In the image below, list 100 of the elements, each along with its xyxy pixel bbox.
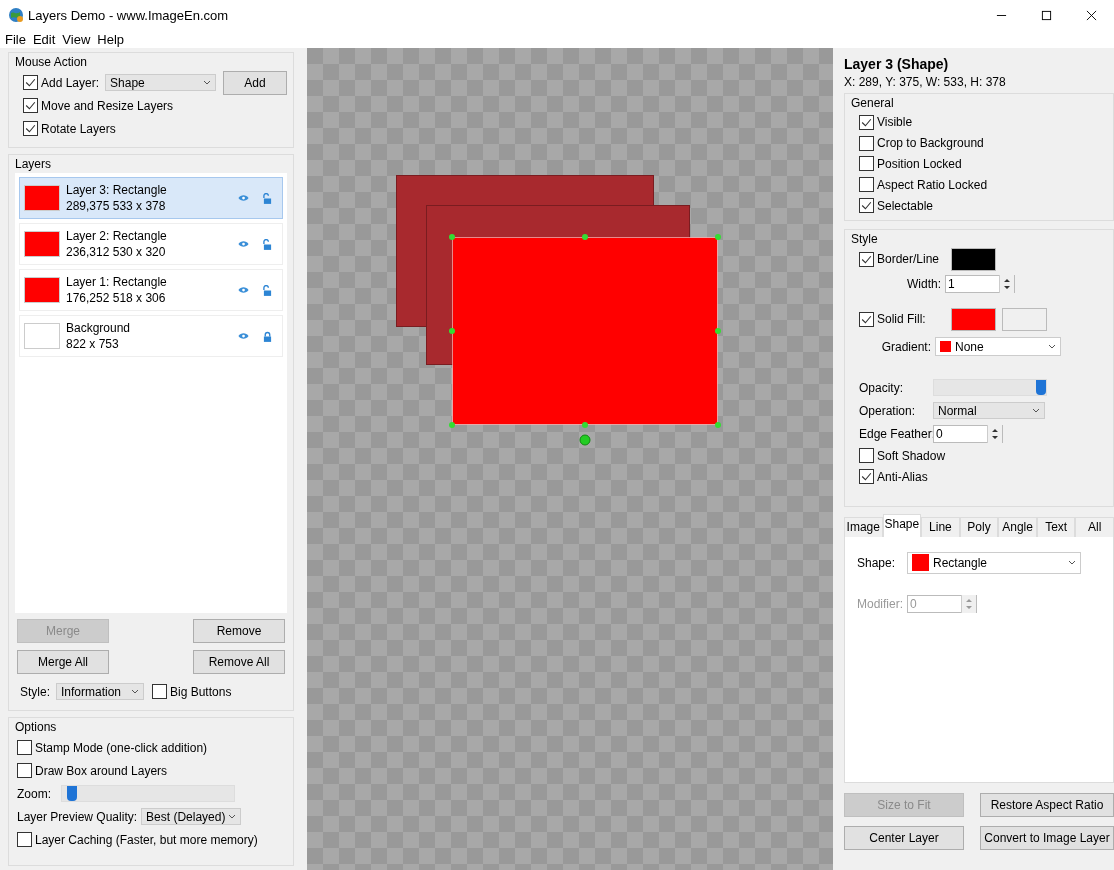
layer-action-button[interactable]: Remove All — [193, 650, 285, 674]
caret-icon — [202, 80, 211, 85]
checkbox-label: Stamp Mode (one-click addition) — [35, 740, 208, 755]
checkbox-label: Border/Line — [877, 252, 941, 266]
checkbox-label: Aspect Ratio Locked — [877, 177, 988, 192]
menu-item[interactable]: File — [5, 31, 26, 47]
opacity-slider[interactable] — [933, 379, 1047, 396]
menu-item[interactable]: View — [62, 31, 91, 47]
padlock-icon[interactable] — [263, 192, 272, 204]
tab[interactable]: Shape — [882, 514, 922, 537]
layer-item[interactable]: Background 822 x 753 — [19, 315, 283, 357]
layer-type-dropdown[interactable]: Shape — [105, 74, 216, 91]
checkbox[interactable] — [859, 114, 874, 130]
eye-icon[interactable] — [238, 332, 249, 340]
checkbox[interactable] — [859, 311, 874, 327]
checkbox[interactable] — [17, 832, 32, 847]
color-swatch[interactable] — [951, 247, 996, 271]
menu-item[interactable]: Edit — [32, 31, 56, 47]
eye-icon[interactable] — [238, 240, 249, 248]
layer-action-button[interactable]: Merge All — [17, 650, 109, 674]
checkbox[interactable] — [23, 98, 38, 113]
checkbox[interactable] — [859, 135, 874, 151]
field-label: Zoom: — [17, 786, 52, 801]
padlock-icon[interactable] — [263, 330, 272, 342]
layer-action-button[interactable]: Remove — [193, 619, 285, 643]
edge-feather-spinbox[interactable]: 0 — [933, 424, 1003, 443]
layer-info: 822 x 753 — [66, 337, 120, 351]
layer-action-button[interactable]: Center Layer — [844, 826, 964, 850]
caret-icon — [1032, 408, 1040, 413]
layer-name: Layer 2: Rectangle — [66, 229, 168, 243]
group-title: Layers — [15, 157, 52, 171]
checkbox[interactable] — [17, 740, 32, 755]
field-label: Opacity: — [859, 380, 904, 395]
checkbox-label: Selectable — [877, 198, 934, 213]
layer-info: 289,375 533 x 378 — [66, 199, 167, 213]
checkbox-label: Draw Box around Layers — [35, 763, 168, 778]
group-title: Mouse Action — [15, 55, 88, 69]
checkbox-label: Add Layer: — [41, 75, 100, 90]
operation-dropdown[interactable]: Normal — [933, 402, 1045, 419]
tab[interactable]: Text — [1036, 517, 1076, 537]
zoom-slider[interactable] — [61, 785, 235, 802]
checkbox-label: Visible — [877, 115, 913, 130]
eye-icon[interactable] — [238, 194, 249, 202]
layer-action-button[interactable]: Convert to Image Layer — [980, 826, 1114, 850]
padlock-icon[interactable] — [263, 238, 272, 250]
checkbox[interactable] — [859, 448, 874, 463]
checkbox-label: Anti-Alias — [877, 469, 928, 484]
layer-info: 176,252 518 x 306 — [66, 291, 167, 305]
color-swatch[interactable] — [951, 307, 996, 331]
color-swatch[interactable] — [1002, 307, 1047, 331]
checkbox-label: Crop to Background — [877, 136, 984, 151]
checkbox[interactable] — [23, 75, 38, 90]
group-title: Options — [15, 720, 57, 734]
style-dropdown[interactable]: Information — [56, 683, 144, 700]
checkbox[interactable] — [859, 469, 874, 484]
preview-quality-dropdown[interactable]: Best (Delayed) — [141, 808, 242, 825]
field-label: Edge Feather: — [859, 426, 933, 441]
checkbox[interactable] — [859, 198, 874, 214]
field-label: Layer Preview Quality: — [17, 809, 138, 824]
checkbox[interactable] — [859, 156, 874, 172]
layer-item[interactable]: Layer 1: Rectangle 176,252 518 x 306 — [19, 269, 283, 311]
checkbox[interactable] — [859, 251, 874, 267]
field-label: Style: — [20, 684, 50, 699]
width-spinbox[interactable]: 1 — [945, 274, 1015, 293]
tab[interactable]: Line — [921, 517, 960, 537]
checkbox[interactable] — [23, 121, 38, 136]
layer-action-button[interactable]: Restore Aspect Ratio — [980, 793, 1114, 817]
checkbox-label: Layer Caching (Faster, but more memory) — [35, 832, 258, 847]
gradient-dropdown[interactable]: None — [935, 337, 1061, 356]
checkbox-label: Big Buttons — [170, 684, 232, 699]
tab[interactable]: Image — [844, 517, 883, 537]
checkbox[interactable] — [859, 177, 874, 193]
tab[interactable]: All — [1075, 517, 1114, 537]
caret-icon — [228, 814, 237, 819]
add-button[interactable]: Add — [222, 70, 287, 95]
menu-item[interactable]: Help — [97, 31, 125, 47]
layer-item[interactable]: Layer 3: Rectangle 289,375 533 x 378 — [19, 177, 283, 219]
field-label: Operation: — [859, 403, 917, 418]
checkbox-label: Rotate Layers — [41, 121, 116, 136]
shape-dropdown[interactable]: Rectangle — [907, 551, 1081, 574]
tab[interactable]: Angle — [998, 517, 1037, 537]
layer-item[interactable]: Layer 2: Rectangle 236,312 530 x 320 — [19, 223, 283, 265]
padlock-icon[interactable] — [263, 284, 272, 296]
slider-thumb[interactable] — [1036, 380, 1046, 395]
checkbox[interactable] — [152, 684, 167, 699]
slider-thumb[interactable] — [67, 786, 78, 801]
caret-icon — [1048, 344, 1056, 349]
field-label: Modifier: — [857, 596, 904, 611]
checkbox-label: Solid Fill: — [877, 312, 927, 326]
window-title: Layers Demo - www.ImageEn.com — [28, 7, 229, 23]
layer-title: Layer 3 (Shape) — [844, 56, 950, 72]
eye-icon[interactable] — [238, 286, 249, 294]
tab[interactable]: Poly — [959, 517, 999, 537]
field-label: Gradient: — [880, 339, 932, 354]
spin-arrows-icon — [961, 594, 976, 613]
caret-icon — [1068, 560, 1076, 565]
checkbox-label: Position Locked — [877, 157, 962, 171]
checkbox[interactable] — [17, 763, 32, 778]
field-label: Shape: — [857, 555, 897, 570]
caret-icon — [131, 689, 139, 694]
